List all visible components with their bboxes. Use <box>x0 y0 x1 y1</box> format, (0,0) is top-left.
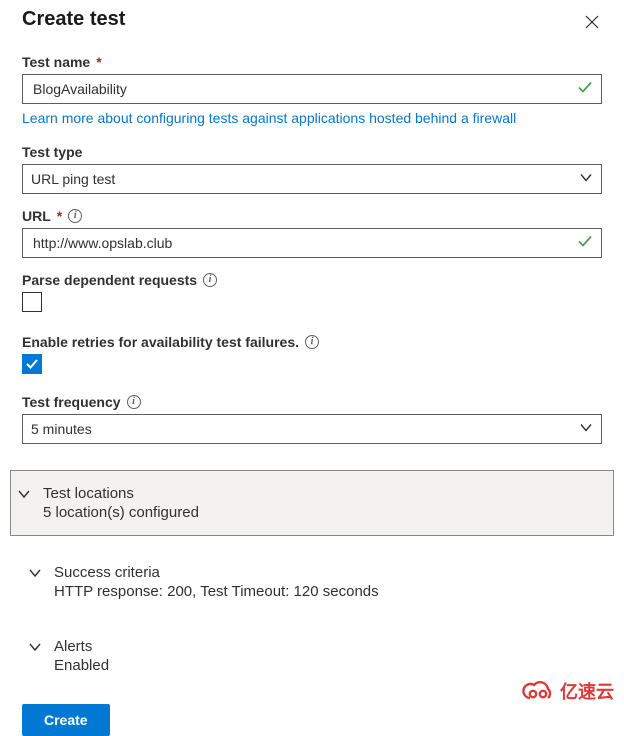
test-locations-expander[interactable]: Test locations 5 location(s) configured <box>10 470 614 536</box>
test-type-value: URL ping test <box>31 171 115 187</box>
chevron-down-icon <box>28 640 42 657</box>
close-button[interactable] <box>582 12 602 32</box>
checkmark-icon <box>577 234 593 253</box>
test-frequency-value: 5 minutes <box>31 421 92 437</box>
info-icon[interactable] <box>305 335 319 349</box>
test-type-label: Test type <box>22 144 82 160</box>
test-name-label: Test name <box>22 54 90 70</box>
brand-watermark: 亿速云 <box>520 678 614 704</box>
success-criteria-subtitle: HTTP response: 200, Test Timeout: 120 se… <box>54 583 379 600</box>
alerts-expander[interactable]: Alerts Enabled <box>22 628 602 684</box>
test-locations-subtitle: 5 location(s) configured <box>43 504 199 521</box>
chevron-down-icon <box>579 421 593 438</box>
success-criteria-title: Success criteria <box>54 564 379 581</box>
url-label: URL <box>22 208 51 224</box>
chevron-down-icon <box>579 171 593 188</box>
info-icon[interactable] <box>127 395 141 409</box>
test-name-input[interactable] <box>31 80 571 98</box>
create-button[interactable]: Create <box>22 704 110 736</box>
page-title: Create test <box>22 8 125 31</box>
enable-retries-checkbox[interactable] <box>22 354 42 374</box>
required-marker: * <box>96 54 101 70</box>
info-icon[interactable] <box>203 273 217 287</box>
test-frequency-select[interactable]: 5 minutes <box>22 414 602 444</box>
learn-more-link[interactable]: Learn more about configuring tests again… <box>22 110 516 126</box>
brand-text: 亿速云 <box>560 678 614 704</box>
parse-dependent-label: Parse dependent requests <box>22 272 197 288</box>
checkmark-icon <box>577 80 593 99</box>
url-input[interactable] <box>31 234 571 252</box>
test-frequency-label: Test frequency <box>22 394 121 410</box>
info-icon[interactable] <box>68 209 82 223</box>
chevron-down-icon <box>17 487 31 504</box>
close-icon <box>584 14 600 30</box>
chevron-down-icon <box>28 566 42 583</box>
success-criteria-expander[interactable]: Success criteria HTTP response: 200, Tes… <box>22 554 602 610</box>
alerts-title: Alerts <box>54 638 109 655</box>
test-name-input-wrap[interactable] <box>22 74 602 104</box>
parse-dependent-checkbox[interactable] <box>22 292 42 312</box>
alerts-subtitle: Enabled <box>54 657 109 674</box>
url-input-wrap[interactable] <box>22 228 602 258</box>
test-locations-title: Test locations <box>43 485 199 502</box>
cloud-icon <box>520 679 556 703</box>
test-type-select[interactable]: URL ping test <box>22 164 602 194</box>
enable-retries-label: Enable retries for availability test fai… <box>22 334 299 350</box>
required-marker: * <box>57 208 62 224</box>
